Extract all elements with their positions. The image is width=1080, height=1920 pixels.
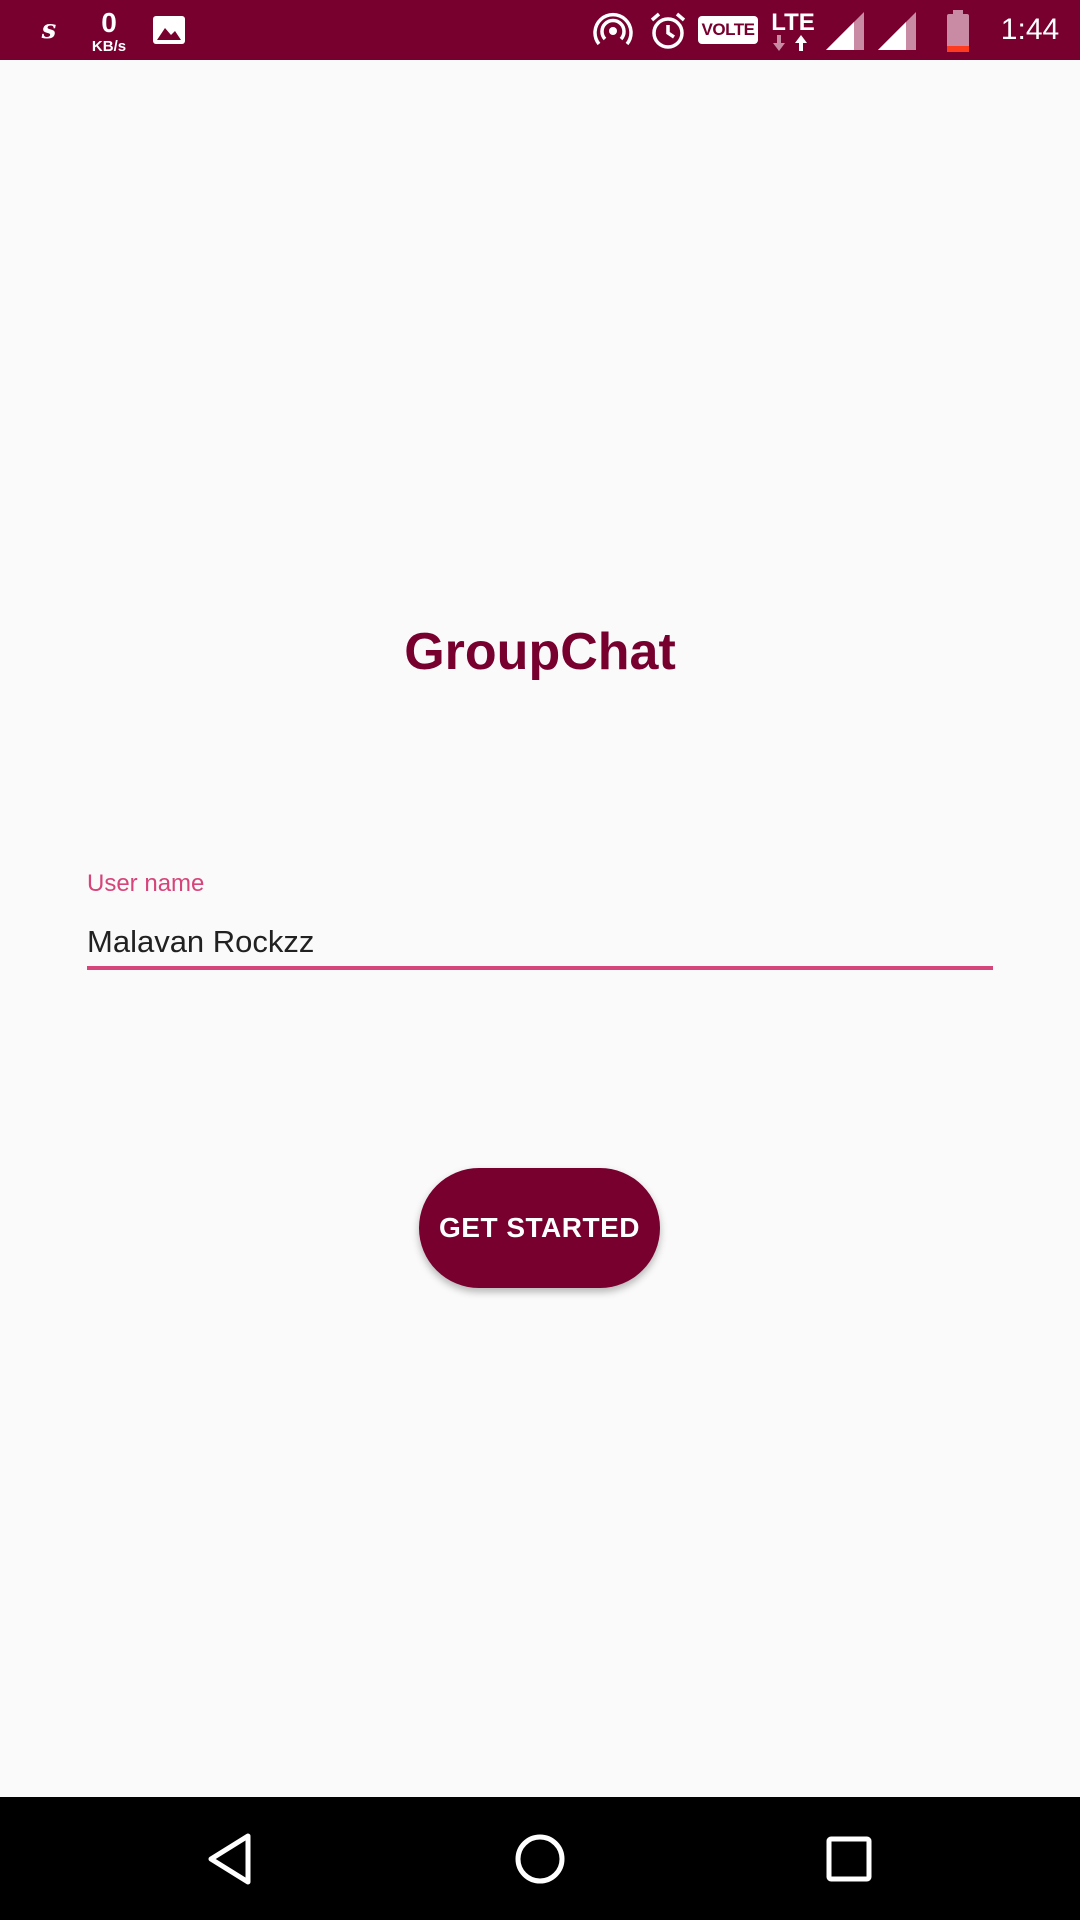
data-activity-icon: [773, 35, 807, 51]
network-type-label: LTE: [771, 9, 815, 36]
signal-icon: [878, 12, 918, 50]
alarm-icon: [648, 10, 688, 52]
network-speed-unit: KB/s: [91, 37, 127, 55]
recents-icon[interactable]: [813, 1823, 885, 1895]
username-label: User name: [87, 870, 205, 897]
battery-icon: [944, 10, 972, 52]
network-speed-value: 0: [101, 6, 117, 38]
navigation-bar: [0, 1797, 1080, 1920]
home-icon[interactable]: [504, 1823, 576, 1895]
username-input[interactable]: [87, 918, 993, 966]
hotspot-icon: [592, 10, 634, 52]
back-icon[interactable]: [194, 1823, 266, 1895]
username-underline: [87, 966, 993, 970]
volte-badge: VOLTE: [698, 16, 758, 44]
lte-indicator: LTE: [768, 8, 818, 54]
app-title: GroupChat: [404, 623, 676, 681]
network-speed: 0 KB/s: [84, 6, 134, 56]
clock: 1:44: [1000, 13, 1060, 46]
get-started-button[interactable]: GET STARTED: [419, 1168, 660, 1288]
signal-icon: [826, 12, 866, 50]
app-notification-icon: s: [41, 15, 57, 45]
gallery-icon: [152, 14, 186, 46]
status-bar: s 0 KB/s VOLTE LTE 1:44: [0, 0, 1080, 60]
